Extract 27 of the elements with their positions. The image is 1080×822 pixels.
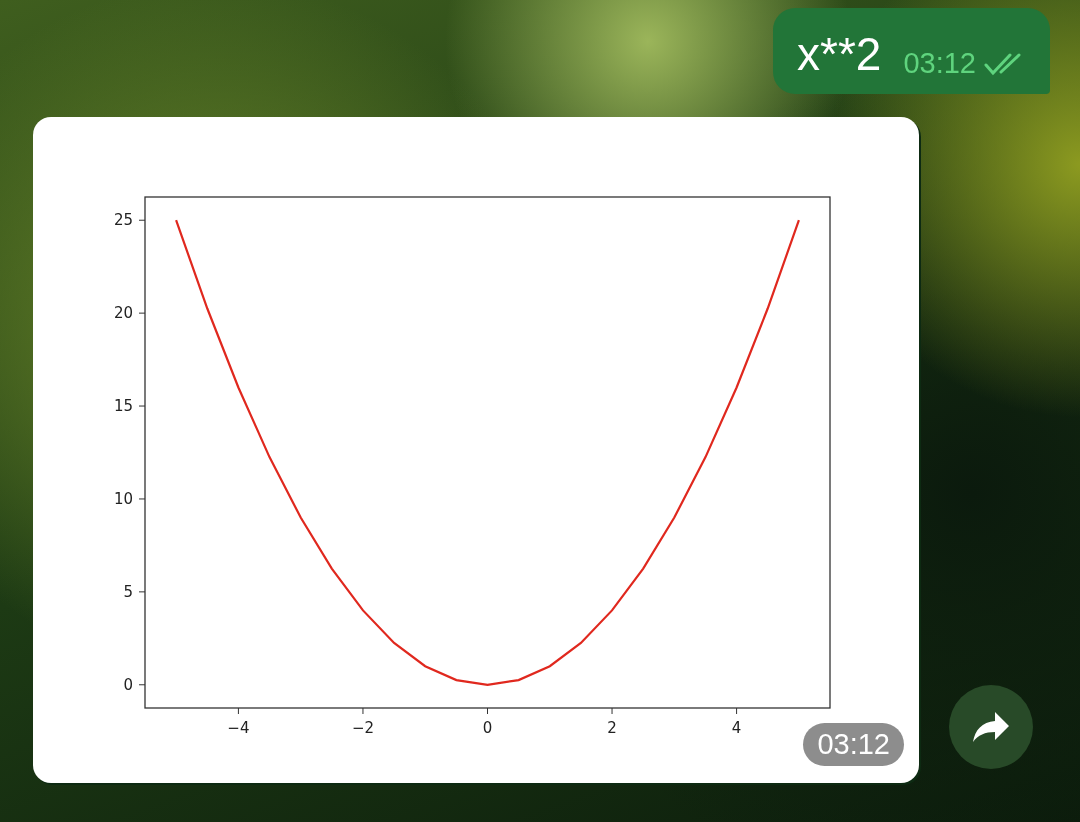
y-tick [138,498,146,500]
image-time: 03:12 [803,723,904,766]
y-tick-label: 25 [113,211,133,230]
message-time: 03:12 [903,47,976,80]
y-tick [138,219,146,221]
x-tick-label: −2 [351,719,374,737]
message-text: x**2 [797,27,882,82]
share-arrow-icon [971,710,1011,744]
y-tick-label: 5 [123,582,133,601]
x-tick [237,707,239,715]
y-tick [138,312,146,314]
x-tick-label: 0 [482,719,493,737]
y-tick [138,591,146,593]
x-tick [611,707,613,715]
image-message[interactable]: −4 −2 0 2 4 0 5 10 15 20 25 03:12 [33,117,919,783]
x-tick [362,707,364,715]
y-tick-label: 15 [113,397,133,416]
x-tick-label: −4 [227,719,250,737]
x-tick [487,707,488,715]
y-tick-label: 0 [123,675,133,694]
x-tick [736,707,738,715]
y-tick-label: 20 [113,304,133,323]
y-tick-label: 10 [113,489,133,508]
x-tick-label: 2 [607,719,617,737]
x-tick-label: 4 [731,719,742,737]
y-tick [138,405,146,407]
y-tick [138,684,146,686]
